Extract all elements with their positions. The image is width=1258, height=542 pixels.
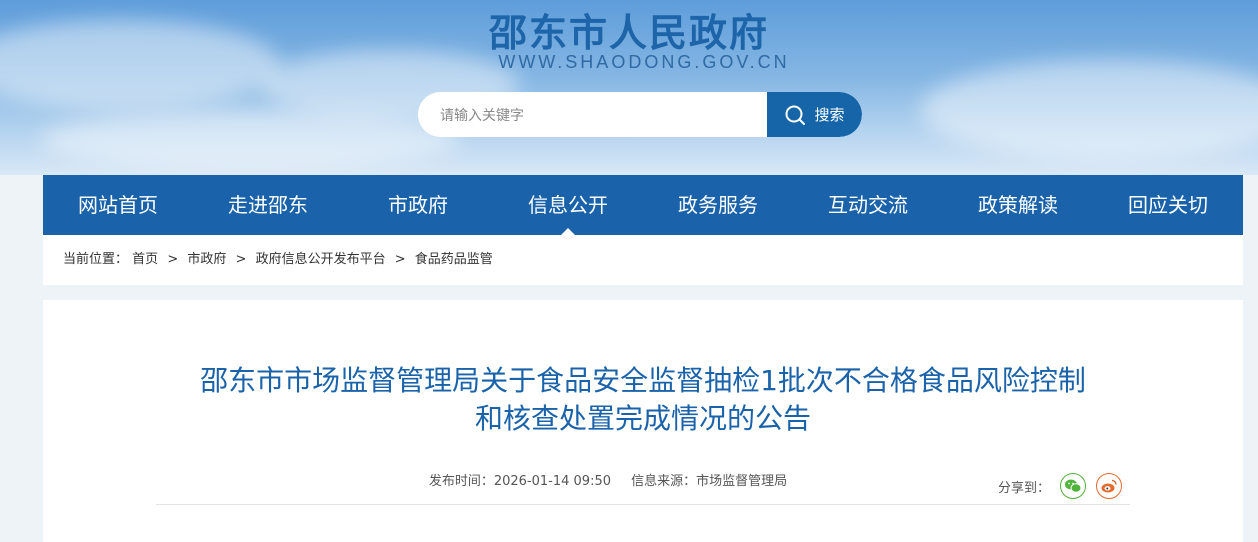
nav-item-interaction[interactable]: 互动交流 <box>793 175 943 235</box>
nav-item-response[interactable]: 回应关切 <box>1093 175 1243 235</box>
article-title-line2: 和核查处置完成情况的公告 <box>474 402 811 435</box>
share-bar: 分享到： <box>998 473 1123 499</box>
main-nav: 网站首页 走进邵东 市政府 信息公开 政务服务 互动交流 政策解读 回应关切 <box>43 175 1243 235</box>
nav-item-home[interactable]: 网站首页 <box>43 175 193 235</box>
breadcrumb-link-platform[interactable]: 政府信息公开发布平台 <box>256 252 386 267</box>
search-icon <box>784 104 806 126</box>
search-box: 搜索 <box>418 92 862 137</box>
breadcrumb-link-home[interactable]: 首页 <box>132 252 158 267</box>
search-input[interactable] <box>438 92 762 137</box>
weibo-share-icon[interactable] <box>1096 473 1123 499</box>
breadcrumb-link-food-drug[interactable]: 食品药品监管 <box>415 252 493 267</box>
site-url: WWW.SHAODONG.GOV.CN <box>498 52 790 72</box>
breadcrumb-prefix: 当前位置： <box>63 252 129 267</box>
breadcrumb-separator: > <box>394 252 406 267</box>
breadcrumb: 当前位置： 首页 > 市政府 > 政府信息公开发布平台 > 食品药品监管 <box>43 235 1243 285</box>
info-source: 信息来源：市场监督管理局 <box>631 474 788 489</box>
meta-divider <box>156 504 1130 505</box>
nav-item-policy[interactable]: 政策解读 <box>943 175 1093 235</box>
article-title-line1: 邵东市市场监督管理局关于食品安全监督抽检1批次不合格食品风险控制 <box>200 364 1086 397</box>
cloud-decoration <box>40 110 460 170</box>
breadcrumb-separator: > <box>235 252 247 267</box>
cloud-decoration <box>920 60 1258 160</box>
header-banner: 邵东市人民政府 WWW.SHAODONG.GOV.CN 搜索 <box>0 0 1258 175</box>
search-button[interactable]: 搜索 <box>767 92 862 137</box>
nav-item-about[interactable]: 走进邵东 <box>193 175 343 235</box>
site-title: 邵东市人民政府 <box>488 11 769 55</box>
nav-item-info-disclosure[interactable]: 信息公开 <box>493 175 643 235</box>
nav-item-government[interactable]: 市政府 <box>343 175 493 235</box>
breadcrumb-link-government[interactable]: 市政府 <box>187 252 226 267</box>
search-button-label: 搜索 <box>814 106 845 124</box>
article-title: 邵东市市场监督管理局关于食品安全监督抽检1批次不合格食品风险控制 和核查处置完成… <box>143 362 1143 438</box>
nav-item-services[interactable]: 政务服务 <box>643 175 793 235</box>
breadcrumb-separator: > <box>167 252 179 267</box>
share-label: 分享到： <box>998 480 1051 496</box>
publish-time: 发布时间：2026-01-14 09:50 <box>428 474 611 489</box>
article-panel: 邵东市市场监督管理局关于食品安全监督抽检1批次不合格食品风险控制 和核查处置完成… <box>43 300 1243 542</box>
wechat-share-icon[interactable] <box>1060 473 1087 499</box>
